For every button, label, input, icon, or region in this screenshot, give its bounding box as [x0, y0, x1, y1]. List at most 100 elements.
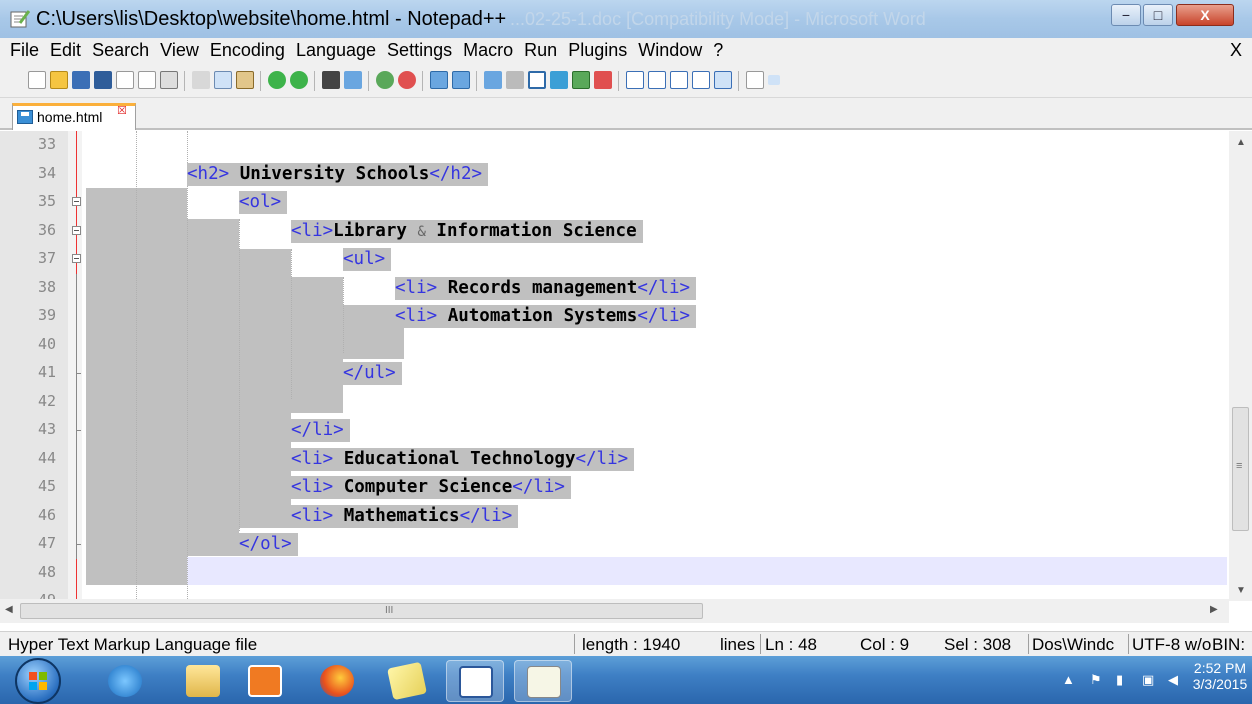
word-wrap-icon[interactable] [484, 71, 502, 89]
code-line[interactable]: 45 <li> Computer Science</li> [0, 473, 1229, 502]
taskbar-firefox[interactable] [308, 660, 366, 702]
spell-check-icon[interactable] [746, 71, 764, 89]
taskbar-notepad-plus-plus[interactable] [514, 660, 572, 702]
open-file-icon[interactable] [50, 71, 68, 89]
horizontal-scrollbar[interactable]: ◀ III ▶ [0, 599, 1229, 623]
tab-close-icon[interactable]: ☒ [117, 104, 127, 117]
cut-icon[interactable] [192, 71, 210, 89]
undo-icon[interactable] [268, 71, 286, 89]
save-all-icon[interactable] [94, 71, 112, 89]
record-macro-icon[interactable] [626, 71, 644, 89]
vertical-scroll-thumb[interactable]: ≡ [1232, 407, 1249, 531]
scroll-down-icon[interactable]: ▼ [1236, 585, 1246, 596]
new-file-icon[interactable] [28, 71, 46, 89]
menu-search[interactable]: Search [92, 38, 149, 61]
horizontal-scroll-thumb[interactable]: III [20, 603, 703, 619]
status-selection: Sel : 308 [944, 635, 1012, 654]
plugin-icon[interactable] [768, 75, 780, 85]
menu-window[interactable]: Window [638, 38, 702, 61]
title-bar[interactable]: C:\Users\lis\Desktop\website\home.html -… [0, 0, 1252, 38]
user-defined-language-icon[interactable] [550, 71, 568, 89]
save-icon[interactable] [72, 71, 90, 89]
tab-label: home.html [37, 109, 103, 125]
power-icon[interactable]: ▮ [1116, 672, 1132, 688]
zoom-in-icon[interactable] [376, 71, 394, 89]
taskbar-sticky-notes[interactable] [378, 660, 436, 702]
show-hidden-icons-icon[interactable]: ▲ [1062, 672, 1078, 688]
tab-home-html[interactable]: home.html ☒ [12, 103, 136, 130]
scroll-right-icon[interactable]: ▶ [1210, 604, 1218, 615]
menu-encoding[interactable]: Encoding [210, 38, 285, 61]
close-file-icon[interactable] [116, 71, 134, 89]
indent-guide-icon[interactable] [528, 71, 546, 89]
close-button[interactable]: X [1176, 4, 1234, 26]
code-line[interactable]: 34 <h2> University Schools</h2> [0, 160, 1229, 189]
zoom-out-icon[interactable] [398, 71, 416, 89]
stop-recording-icon[interactable] [648, 71, 666, 89]
menu-settings[interactable]: Settings [387, 38, 452, 61]
redo-icon[interactable] [290, 71, 308, 89]
editor-area[interactable]: 33 34 <h2> University Schools</h2> 35 <o… [0, 131, 1229, 599]
fold-toggle-icon[interactable] [72, 225, 81, 235]
code-line[interactable]: 38 <li> Records management</li> [0, 273, 1229, 302]
taskbar-media-player[interactable] [236, 660, 294, 702]
sync-vertical-icon[interactable] [430, 71, 448, 89]
code-line[interactable]: 49 [0, 587, 1229, 599]
show-all-characters-icon[interactable] [506, 71, 524, 89]
code-line[interactable]: 35 <ol> [0, 188, 1229, 217]
clock[interactable]: 2:52 PM 3/3/2015 [1190, 660, 1250, 692]
menu-edit[interactable]: Edit [50, 38, 81, 61]
code-line[interactable]: 42 [0, 387, 1229, 416]
vertical-scrollbar[interactable]: ▲ ≡ ▼ [1229, 131, 1252, 601]
tab-bar: home.html ☒ [0, 98, 1252, 130]
paste-icon[interactable] [236, 71, 254, 89]
document-map-icon[interactable] [572, 71, 590, 89]
action-center-flag-icon[interactable]: ⚑ [1090, 672, 1106, 688]
code-line[interactable]: 46 <li> Mathematics</li> [0, 501, 1229, 530]
maximize-button[interactable]: □ [1143, 4, 1173, 26]
code-line[interactable]: 47 </ol> [0, 530, 1229, 559]
html-tag: <li> [291, 477, 334, 497]
menu-plugins[interactable]: Plugins [568, 38, 627, 61]
scroll-left-icon[interactable]: ◀ [5, 604, 13, 615]
fold-toggle-icon[interactable] [72, 254, 81, 263]
playback-macro-icon[interactable] [670, 71, 688, 89]
code-line[interactable]: 41 </ul> [0, 359, 1229, 388]
menu-run[interactable]: Run [524, 38, 557, 61]
close-document-button[interactable]: X [1230, 40, 1242, 61]
line-number: 48 [37, 562, 56, 581]
menu-language[interactable]: Language [296, 38, 376, 61]
code-line[interactable]: 40 [0, 330, 1229, 359]
scroll-up-icon[interactable]: ▲ [1236, 137, 1246, 148]
start-button[interactable] [15, 658, 61, 704]
fold-toggle-icon[interactable] [72, 197, 81, 206]
text-content: University Schools [229, 163, 430, 184]
copy-icon[interactable] [214, 71, 232, 89]
menu-file[interactable]: File [10, 38, 39, 61]
code-line[interactable]: 44 <li> Educational Technology</li> [0, 444, 1229, 473]
replace-icon[interactable] [344, 71, 362, 89]
menu-help[interactable]: ? [713, 38, 723, 61]
code-line[interactable]: 43 </li> [0, 416, 1229, 445]
code-line[interactable]: 37 <ul> [0, 245, 1229, 274]
code-line[interactable]: 39 <li> Automation Systems</li> [0, 302, 1229, 331]
menu-view[interactable]: View [160, 38, 199, 61]
save-macro-icon[interactable] [714, 71, 732, 89]
run-macro-multiple-icon[interactable] [692, 71, 710, 89]
sync-horizontal-icon[interactable] [452, 71, 470, 89]
taskbar-microsoft-word[interactable] [446, 660, 504, 702]
volume-icon[interactable]: ◀ [1168, 672, 1184, 688]
find-icon[interactable] [322, 71, 340, 89]
print-icon[interactable] [160, 71, 178, 89]
minimize-button[interactable]: − [1111, 4, 1141, 26]
function-list-icon[interactable] [594, 71, 612, 89]
fold-line [76, 302, 77, 331]
code-line[interactable]: 33 [0, 131, 1229, 160]
code-line[interactable]: 48 [0, 559, 1229, 588]
network-icon[interactable]: ▣ [1142, 672, 1158, 688]
menu-macro[interactable]: Macro [463, 38, 513, 61]
taskbar-internet-explorer[interactable] [96, 660, 154, 702]
close-all-icon[interactable] [138, 71, 156, 89]
taskbar-file-explorer[interactable] [174, 660, 232, 702]
code-line[interactable]: 36 <li>Library & Information Science [0, 217, 1229, 246]
